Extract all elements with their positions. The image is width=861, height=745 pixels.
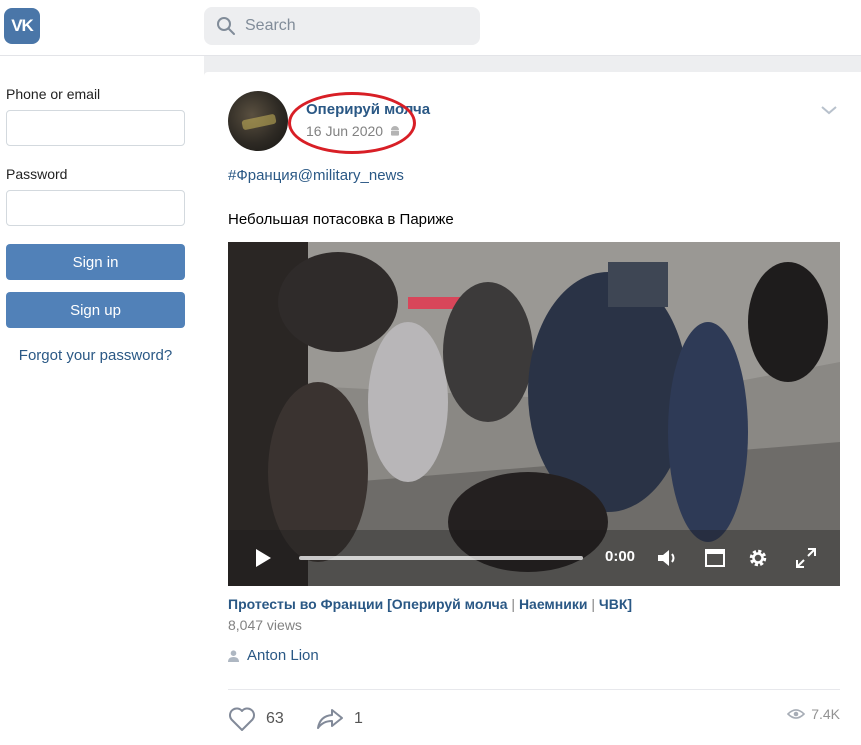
chevron-down-icon[interactable] (820, 104, 838, 116)
password-field[interactable] (6, 190, 185, 226)
play-icon[interactable] (254, 548, 272, 568)
video-time: 0:00 (605, 548, 636, 565)
search-input[interactable] (245, 17, 465, 35)
video-author[interactable]: Anton Lion (228, 647, 319, 664)
sign-in-button[interactable]: Sign in (6, 244, 185, 280)
phone-label: Phone or email (6, 86, 101, 102)
top-bar: VK (0, 0, 861, 56)
vk-logo[interactable]: VK (4, 8, 40, 44)
video-title-part3: ЧВК] (598, 596, 633, 612)
video-player[interactable]: 0:00 (228, 242, 840, 586)
video-views: 8,047 views (228, 617, 302, 633)
video-controls: 0:00 (228, 530, 840, 586)
search-box[interactable] (204, 7, 480, 45)
miniplayer-icon[interactable] (703, 546, 727, 570)
video-progress-bar[interactable] (299, 556, 583, 560)
share-button[interactable]: 1 (316, 706, 363, 732)
video-title[interactable]: Протесты во Франции [Оперируй молча | На… (228, 596, 632, 612)
share-count: 1 (354, 710, 363, 727)
video-title-separator: | (587, 596, 599, 612)
share-arrow-icon (317, 709, 343, 729)
forgot-password-link[interactable]: Forgot your password? (6, 347, 185, 364)
post-card: Оперируй молча 16 Jun 2020 #Франция@mili… (204, 72, 861, 745)
avatar[interactable] (228, 91, 288, 151)
video-title-part1: Протесты во Франции [Оперируй молча (228, 596, 508, 612)
post-actions: 63 1 7.4K (228, 706, 840, 732)
divider (228, 689, 840, 690)
view-count: 7.4K (787, 706, 840, 722)
highlight-circle (288, 92, 416, 154)
phone-email-field[interactable] (6, 110, 185, 146)
login-panel: Phone or email Password Sign in Sign up … (0, 56, 204, 745)
post-text: Небольшая потасовка в Париже (228, 211, 454, 228)
person-icon (228, 649, 239, 662)
like-button[interactable]: 63 (228, 706, 284, 732)
view-count-value: 7.4K (811, 706, 840, 722)
volume-icon[interactable] (655, 546, 679, 570)
video-author-name: Anton Lion (247, 647, 319, 664)
password-label: Password (6, 166, 68, 182)
settings-gear-icon[interactable] (746, 546, 770, 570)
eye-icon (787, 709, 806, 719)
fullscreen-icon[interactable] (794, 546, 818, 570)
video-title-part2: Наемники (518, 596, 588, 612)
heart-icon (229, 707, 255, 731)
sign-up-button[interactable]: Sign up (6, 292, 185, 328)
post-hashtag[interactable]: #Франция@military_news (228, 167, 404, 184)
like-count: 63 (266, 710, 284, 727)
video-title-separator: | (507, 596, 519, 612)
search-icon (217, 17, 235, 35)
